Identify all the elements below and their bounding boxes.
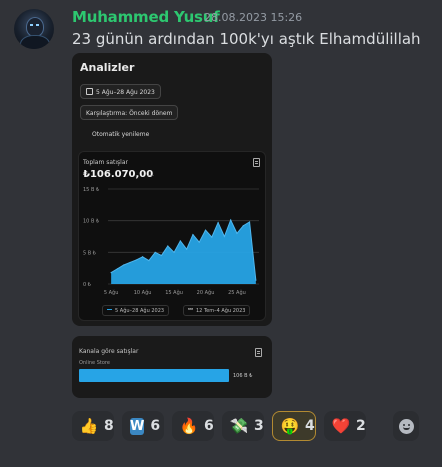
data-point [255, 279, 257, 281]
y-tick-label: 0 ₺ [83, 282, 92, 288]
data-point [223, 235, 225, 238]
data-point [167, 245, 169, 247]
avatar-eye-right [36, 24, 39, 26]
timestamp: 28.08.2023 15:26 [204, 11, 303, 24]
analytics-screenshot[interactable]: Analizler 5 Ağu–28 Ağu 2023 Karşılaştırm… [72, 53, 272, 326]
data-point [148, 259, 150, 262]
data-point [236, 232, 238, 234]
data-point [129, 261, 131, 264]
reaction-count: 3 [254, 418, 264, 434]
username[interactable]: Muhammed Yusuf [72, 8, 220, 26]
data-point [242, 225, 244, 227]
analytics-title: Analizler [80, 61, 135, 74]
auto-refresh-toggle[interactable]: Otomatik yenileme [92, 131, 149, 138]
channel-bar [79, 369, 229, 382]
y-tick-label: 15 B ₺ [83, 187, 100, 193]
reaction-button[interactable]: 💸 3 [222, 411, 264, 441]
avatar-eye-left [30, 24, 33, 26]
data-point [204, 229, 207, 231]
avatar-head [26, 17, 44, 37]
legend-current: 5 Ağu–28 Ağu 2023 [102, 305, 170, 316]
legend-previous-label: 12 Tem–4 Ağu 2023 [196, 308, 246, 314]
x-tick-label: 10 Ağu [134, 289, 152, 296]
thumbs-up-icon: 👍 [79, 417, 99, 435]
red-heart-icon: ❤️ [331, 417, 351, 435]
data-point [123, 264, 125, 266]
document-icon[interactable] [255, 348, 262, 357]
legend-current-label: 5 Ağu–28 Ağu 2023 [115, 308, 165, 314]
data-point [154, 251, 156, 253]
x-tick-label: 15 Ağu [165, 289, 183, 296]
date-range-label: 5 Ağu–28 Ağu 2023 [96, 89, 155, 96]
avatar[interactable] [14, 9, 54, 49]
avatar-body [20, 35, 50, 49]
reaction-count: 6 [204, 418, 214, 434]
add-reaction-button[interactable] [393, 411, 419, 441]
comparison-button[interactable]: Karşılaştırma: Önceki dönem [80, 105, 179, 120]
channel-value: 106 B ₺ [233, 373, 253, 379]
data-point [198, 241, 200, 243]
reaction-button[interactable]: 👍 8 [72, 411, 114, 441]
reaction-count: 8 [104, 418, 114, 434]
sales-chart: 15 B ₺ 10 B ₺ 5 B ₺ 0 ₺ 5 Ağu 10 Ağu 15 Ağu 20 … [83, 187, 259, 296]
x-tick-label: 25 Ağu [228, 289, 246, 296]
reaction-button[interactable]: 🔥 6 [172, 411, 214, 441]
reaction-button[interactable]: W6 [122, 411, 164, 441]
channel-row-label: Online Store [79, 360, 110, 366]
add-reaction-smiley-icon [398, 418, 414, 434]
message-text: 23 günün ardından 100k'yı aştık Elhamdül… [72, 30, 421, 48]
calendar-icon [86, 88, 93, 95]
x-tick-label: 20 Ağu [197, 289, 215, 296]
legend-current-swatch [107, 309, 112, 310]
data-point [248, 221, 251, 223]
data-point [192, 234, 194, 236]
data-point [211, 236, 213, 238]
reaction-count: 4 [305, 418, 315, 434]
fire-icon: 🔥 [179, 417, 199, 435]
letter-w-icon: W [130, 417, 145, 435]
data-point [179, 240, 181, 242]
data-point [110, 272, 112, 274]
money-wings-icon: 💸 [229, 417, 249, 435]
reaction-count: 6 [150, 418, 161, 434]
data-point [160, 254, 163, 257]
date-range-button[interactable]: 5 Ağu–28 Ağu 2023 [80, 84, 161, 99]
data-point [173, 251, 175, 253]
money-mouth-face-icon: 🤑 [280, 417, 300, 435]
data-point [230, 219, 232, 221]
reaction-button[interactable]: ❤️ 2 [324, 411, 366, 441]
data-point [116, 268, 119, 270]
y-tick-label: 5 B ₺ [83, 250, 97, 256]
x-tick-label: 5 Ağu [104, 289, 119, 296]
comparison-label: Karşılaştırma: Önceki dönem [86, 110, 173, 117]
data-point [135, 259, 137, 261]
reaction-button[interactable]: 🤑 4 [272, 411, 316, 441]
data-point [186, 248, 188, 250]
legend-previous-swatch [188, 308, 193, 310]
y-tick-label: 10 B ₺ [83, 219, 100, 225]
channel-sales-label: Kanala göre satışlar [79, 348, 139, 355]
legend-previous: 12 Tem–4 Ağu 2023 [183, 305, 251, 316]
reaction-count: 2 [356, 418, 366, 434]
data-point [217, 221, 219, 224]
data-point [142, 256, 144, 258]
total-sales-panel: Toplam satışlar ₺106.070,00 — 15 B ₺ 10 B… [78, 151, 266, 321]
channel-sales-screenshot[interactable]: Kanala göre satışlar Online Store 106 B … [72, 336, 272, 398]
